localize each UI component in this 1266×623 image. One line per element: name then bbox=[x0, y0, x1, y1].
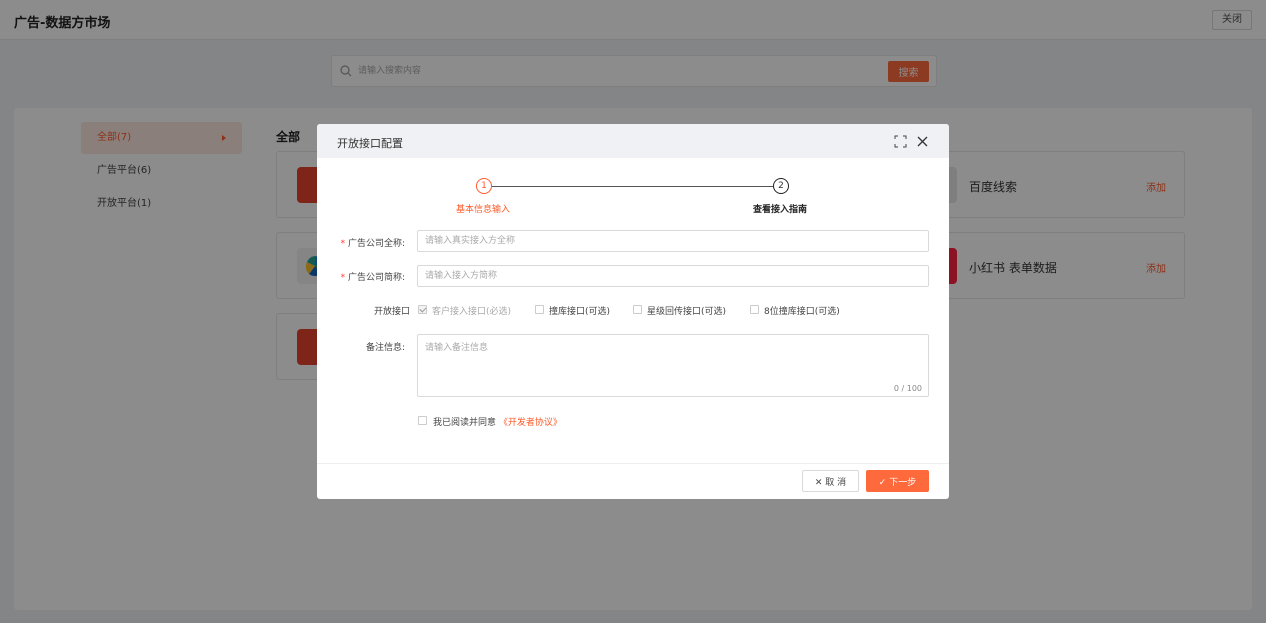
collision-8bit-label: 8位撞库接口(可选) bbox=[764, 307, 840, 317]
step-2-label: 查看接入指南 bbox=[753, 205, 808, 215]
interfaces-label: 开放接口 bbox=[373, 307, 410, 317]
company-full-input[interactable] bbox=[417, 230, 929, 252]
agreement-checkbox[interactable] bbox=[418, 416, 427, 425]
collision-checkbox[interactable] bbox=[535, 305, 544, 314]
remark-label: 备注信息: bbox=[365, 343, 405, 353]
client-access-label: 客户接入接口(必选) bbox=[432, 307, 512, 317]
agreement-text: 我已阅读并同意 《开发者协议》 bbox=[433, 418, 562, 428]
developer-agreement-link[interactable]: 《开发者协议》 bbox=[499, 418, 562, 428]
fullscreen-icon[interactable] bbox=[894, 135, 907, 148]
star-callback-checkbox[interactable] bbox=[633, 305, 642, 314]
collision-label: 撞库接口(可选) bbox=[549, 307, 611, 317]
remark-textarea[interactable] bbox=[417, 334, 929, 397]
client-access-checkbox[interactable] bbox=[418, 305, 427, 314]
close-icon: ✕ bbox=[814, 477, 826, 488]
collision-8bit-checkbox[interactable] bbox=[750, 305, 759, 314]
step-connector bbox=[492, 186, 773, 187]
close-icon[interactable] bbox=[916, 135, 929, 148]
step-1-label: 基本信息输入 bbox=[456, 205, 511, 215]
company-short-input[interactable] bbox=[417, 265, 929, 287]
star-callback-label: 星级回传接口(可选) bbox=[647, 307, 727, 317]
open-interface-config-dialog: 开放接口配置 1 2 基本信息输入 查看接入指南 * 广告公司全称: * 广告公… bbox=[317, 124, 949, 499]
modal-title: 开放接口配置 bbox=[337, 137, 403, 150]
next-step-button[interactable]: ✓ 下一步 bbox=[866, 470, 929, 492]
company-full-label: * 广告公司全称: bbox=[340, 239, 405, 249]
char-count: 0 / 100 bbox=[893, 384, 922, 393]
step-1-circle: 1 bbox=[476, 178, 492, 194]
step-2-circle: 2 bbox=[773, 178, 789, 194]
check-icon: ✓ bbox=[878, 477, 890, 488]
modal-footer-divider bbox=[317, 463, 949, 464]
company-short-label: * 广告公司简称: bbox=[340, 273, 405, 283]
cancel-button[interactable]: ✕ 取 消 bbox=[802, 470, 859, 492]
modal-header: 开放接口配置 bbox=[317, 124, 949, 158]
